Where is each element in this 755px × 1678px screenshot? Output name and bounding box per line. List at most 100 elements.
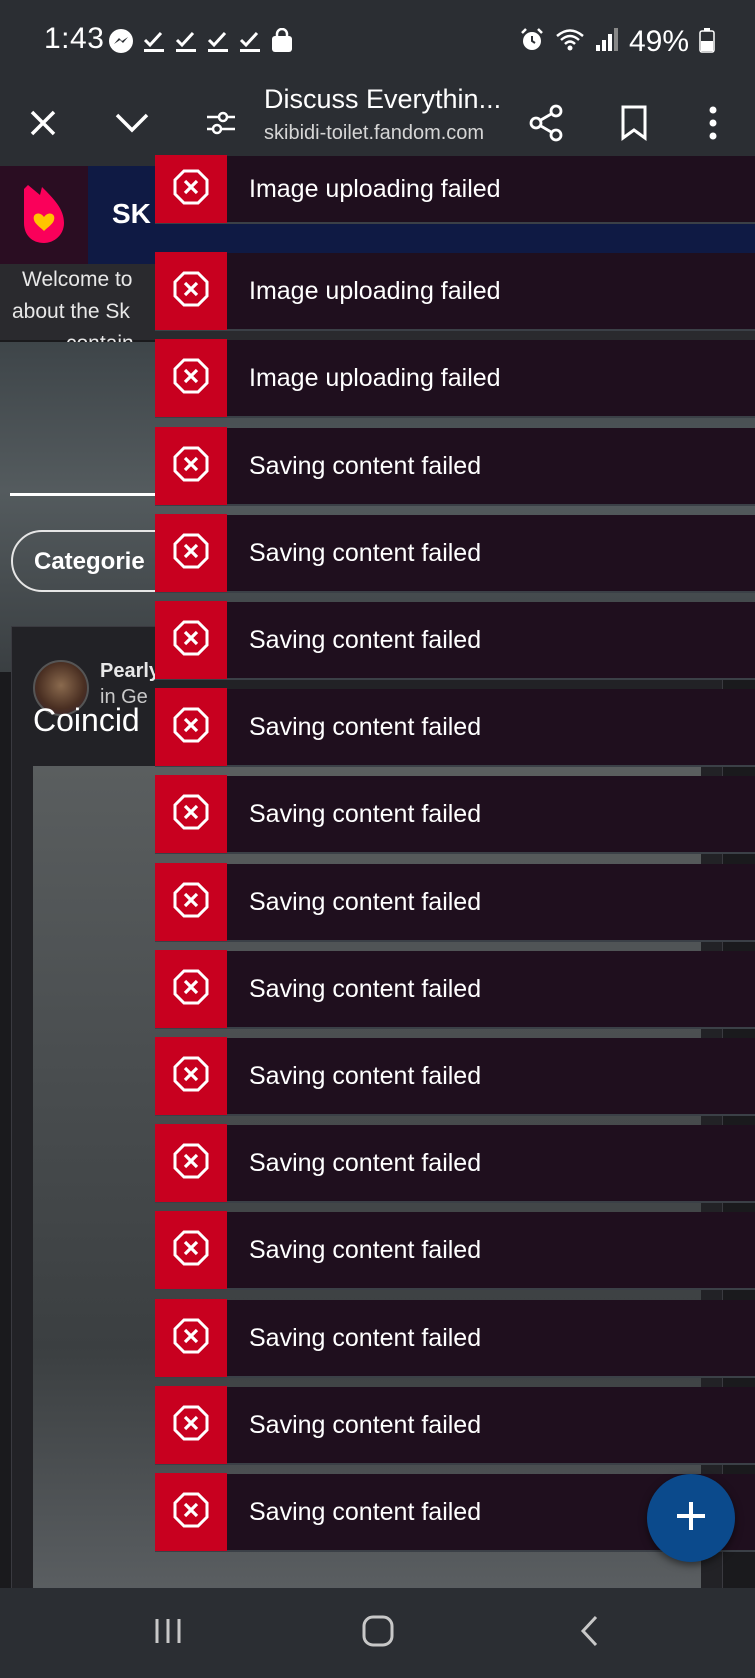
- error-icon-badge: [155, 950, 227, 1028]
- signal-icon: [595, 27, 619, 58]
- error-icon: [173, 271, 209, 312]
- error-icon: [173, 794, 209, 835]
- battery-percent: 49%: [628, 25, 689, 58]
- back-button[interactable]: [560, 1608, 620, 1658]
- error-toast[interactable]: Saving content failed: [155, 1386, 755, 1465]
- error-toast[interactable]: Saving content failed: [155, 1037, 755, 1116]
- toast-message: Image uploading failed: [249, 174, 501, 203]
- error-icon: [173, 1230, 209, 1271]
- toast-message: Image uploading failed: [249, 276, 501, 305]
- error-icon: [173, 446, 209, 487]
- system-icons: 49%: [519, 22, 715, 62]
- alarm-icon: [519, 27, 545, 58]
- wiki-name[interactable]: SK: [112, 198, 151, 230]
- wifi-icon: [555, 27, 585, 58]
- create-post-button[interactable]: [647, 1474, 735, 1562]
- error-icon-badge: [155, 514, 227, 592]
- error-icon-badge: [155, 601, 227, 679]
- toast-message: Saving content failed: [249, 974, 482, 1003]
- error-icon: [173, 358, 209, 399]
- error-icon: [173, 169, 209, 210]
- check-icon: [174, 28, 198, 59]
- error-icon-badge: [155, 1473, 227, 1551]
- post-title[interactable]: Coincid: [33, 702, 140, 739]
- error-icon: [173, 1492, 209, 1533]
- minimize-button[interactable]: [103, 96, 161, 154]
- bookmark-button[interactable]: [605, 96, 663, 154]
- share-button[interactable]: [517, 96, 575, 154]
- error-icon: [173, 882, 209, 923]
- error-toast[interactable]: Saving content failed: [155, 427, 755, 506]
- error-icon-badge: [155, 863, 227, 941]
- error-icon-badge: [155, 252, 227, 330]
- error-icon-badge: [155, 1037, 227, 1115]
- back-icon: [578, 1614, 602, 1653]
- more-vert-icon: [708, 105, 718, 146]
- error-icon-badge: [155, 1299, 227, 1377]
- error-toast[interactable]: Image uploading failed: [155, 252, 755, 331]
- error-toast[interactable]: Image uploading failed: [155, 155, 755, 224]
- notification-icons: [108, 27, 294, 59]
- tune-icon: [205, 109, 237, 142]
- toast-message: Image uploading failed: [249, 363, 501, 392]
- toast-message: Saving content failed: [249, 1323, 482, 1352]
- error-toast[interactable]: Saving content failed: [155, 775, 755, 854]
- fandom-flame-icon: [20, 181, 68, 250]
- bookmark-icon: [620, 105, 648, 146]
- welcome-text-line: contain: [66, 332, 134, 342]
- toast-message: Saving content failed: [249, 538, 482, 567]
- close-icon: [28, 108, 58, 143]
- error-toast[interactable]: Saving content failed: [155, 1299, 755, 1378]
- error-icon: [173, 969, 209, 1010]
- status-time: 1:43: [44, 22, 105, 55]
- site-settings-button[interactable]: [192, 96, 250, 154]
- recent-apps-icon: [153, 1616, 183, 1651]
- error-icon: [173, 707, 209, 748]
- chevron-down-icon: [114, 111, 150, 140]
- error-icon-badge: [155, 339, 227, 417]
- close-tab-button[interactable]: [14, 96, 72, 154]
- more-options-button[interactable]: [684, 96, 742, 154]
- share-icon: [528, 104, 564, 147]
- toast-message: Saving content failed: [249, 799, 482, 828]
- messenger-icon: [108, 28, 134, 59]
- browser-toolbar: Discuss Everythin... skibidi-toilet.fand…: [0, 84, 755, 166]
- error-toast[interactable]: Image uploading failed: [155, 339, 755, 418]
- toast-message: Saving content failed: [249, 625, 482, 654]
- toast-message: Saving content failed: [249, 1410, 482, 1439]
- active-tab-indicator: [10, 493, 160, 496]
- check-icon: [206, 28, 230, 59]
- toast-message: Saving content failed: [249, 1061, 482, 1090]
- page-url[interactable]: skibidi-toilet.fandom.com: [264, 122, 484, 145]
- error-toast[interactable]: Saving content failed: [155, 688, 755, 767]
- error-icon-badge: [155, 775, 227, 853]
- error-toast[interactable]: Saving content failed: [155, 1124, 755, 1203]
- error-toast[interactable]: Saving content failed: [155, 514, 755, 593]
- home-button[interactable]: [348, 1608, 408, 1658]
- toast-message: Saving content failed: [249, 712, 482, 741]
- fandom-logo[interactable]: [0, 166, 88, 264]
- welcome-text-line: Welcome to: [22, 268, 133, 291]
- status-bar: 1:43 49%: [0, 0, 755, 84]
- error-toast[interactable]: Saving content failed: [155, 601, 755, 680]
- shopping-bag-icon: [270, 27, 294, 59]
- toast-message: Saving content failed: [249, 887, 482, 916]
- error-icon: [173, 1405, 209, 1446]
- error-icon-badge: [155, 1124, 227, 1202]
- error-icon-badge: [155, 688, 227, 766]
- error-toast[interactable]: Saving content failed: [155, 1211, 755, 1290]
- error-icon-badge: [155, 1211, 227, 1289]
- error-toast[interactable]: Saving content failed: [155, 950, 755, 1029]
- recent-apps-button[interactable]: [138, 1608, 198, 1658]
- toast-message: Saving content failed: [249, 451, 482, 480]
- check-icon: [238, 28, 262, 59]
- error-icon: [173, 533, 209, 574]
- error-icon: [173, 620, 209, 661]
- toast-message: Saving content failed: [249, 1148, 482, 1177]
- toast-message: Saving content failed: [249, 1235, 482, 1264]
- error-icon: [173, 1143, 209, 1184]
- error-icon-badge: [155, 1386, 227, 1464]
- error-toast[interactable]: Saving content failed: [155, 863, 755, 942]
- error-icon: [173, 1318, 209, 1359]
- error-icon: [173, 1056, 209, 1097]
